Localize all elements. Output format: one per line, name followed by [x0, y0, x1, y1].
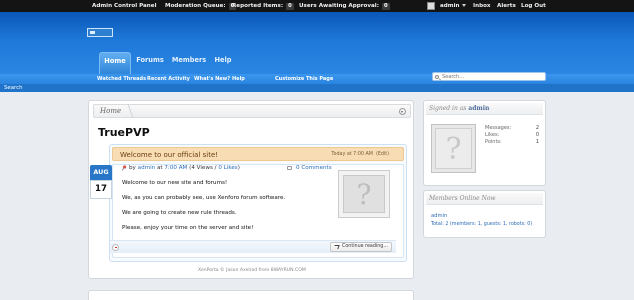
stat-points-label: Points:	[485, 139, 502, 145]
breadcrumb-separator	[118, 104, 134, 118]
search-icon	[435, 74, 439, 79]
collapse-toggle-icon[interactable]	[399, 108, 406, 115]
tab-home[interactable]: Home	[99, 52, 131, 74]
online-total: Total: 2 (members: 1, guests: 1, robots:…	[431, 222, 533, 227]
account-username: admin	[440, 2, 460, 9]
signed-in-username[interactable]: admin	[468, 105, 489, 112]
stat-messages-value: 2	[535, 125, 539, 131]
logout-link[interactable]: Log Out	[521, 3, 546, 9]
inbox-link[interactable]: Inbox	[473, 3, 491, 9]
article-paragraph: We are going to create new rule threads.	[122, 210, 237, 216]
article-thumbnail[interactable]: ?	[338, 170, 390, 218]
article-header: Welcome to our official site! Today at 7…	[112, 147, 404, 161]
admin-bar: Admin Control Panel Moderation Queue: 0 R…	[0, 0, 634, 12]
subnav-help[interactable]: Help	[232, 76, 245, 82]
comment-icon	[287, 166, 292, 170]
breadcrumb: Home	[93, 104, 411, 118]
tab-help[interactable]: Help	[212, 52, 234, 74]
likes-link[interactable]: 0 Likes	[218, 165, 237, 171]
avatar-placeholder-icon: ?	[435, 128, 472, 169]
stat-likes-value: 0	[535, 132, 539, 138]
date-badge: AUG 17	[90, 165, 112, 203]
article-meta: by admin at 7:00 AM (4 Views / 0 Likes)	[129, 165, 240, 171]
subnav-whats-new[interactable]: What's New?	[194, 76, 230, 82]
tab-members[interactable]: Members	[171, 52, 207, 74]
account-menu[interactable]: admin	[440, 3, 466, 9]
awaiting-approval-link[interactable]: Users Awaiting Approval: 0	[299, 2, 390, 10]
stat-messages-label: Messages:	[485, 125, 512, 131]
date-badge-month: AUG	[90, 165, 112, 180]
search-input[interactable]	[432, 72, 546, 81]
reported-items-label: Reported Items:	[232, 2, 284, 9]
approval-count-badge: 0	[381, 2, 390, 10]
article-paragraph: Welcome to our new site and forums!	[122, 180, 228, 186]
avatar[interactable]: ?	[431, 124, 476, 173]
tab-forums[interactable]: Forums	[136, 52, 164, 74]
comments-link[interactable]: 0 Comments	[296, 165, 332, 171]
signed-in-header: Signed in as admin	[426, 103, 543, 115]
meta-by: by	[129, 165, 136, 171]
reported-count-badge: 0	[286, 2, 294, 10]
author-link[interactable]: admin	[138, 165, 156, 171]
subnav-recent-activity[interactable]: Recent Activity	[147, 76, 190, 82]
expand-icon[interactable]	[112, 244, 119, 251]
online-member-link[interactable]: admin	[431, 213, 447, 219]
members-online-header: Members Online Now	[426, 193, 543, 205]
meta-views-text: (4 Views /	[189, 165, 219, 171]
image-placeholder-icon: ?	[343, 175, 385, 213]
post-time-link[interactable]: 7:00 AM	[164, 165, 187, 171]
subnav-watched-threads[interactable]: Watched Threads	[97, 76, 146, 82]
site-header: Home Forums Members Help	[0, 12, 634, 74]
search-label: Search	[0, 84, 634, 92]
user-avatar-small[interactable]	[427, 2, 435, 10]
meta-at: at	[156, 165, 163, 171]
signed-in-label: Signed in as	[429, 105, 467, 112]
reported-items-link[interactable]: Reported Items: 0	[232, 2, 294, 10]
page-title: TruePVP	[98, 126, 150, 139]
admin-control-panel-link[interactable]: Admin Control Panel	[92, 3, 157, 9]
pin-icon	[121, 165, 127, 171]
portal-credit: XenPorta © Jason Axelrod from 8WAYRUN.CO…	[198, 268, 306, 273]
stat-likes-label: Likes:	[485, 132, 500, 138]
article-title[interactable]: Welcome to our official site!	[120, 151, 218, 159]
alerts-link[interactable]: Alerts	[497, 3, 516, 9]
article-paragraph: Please, enjoy your time on the server an…	[122, 225, 254, 231]
secondary-panel	[88, 290, 414, 300]
meta-views: (4 Views / 0 Likes)	[189, 165, 240, 171]
stat-points-value: 1	[535, 139, 539, 145]
moderation-queue-link[interactable]: Moderation Queue: 0	[165, 2, 237, 10]
moderation-queue-label: Moderation Queue:	[165, 2, 226, 9]
article-paragraph: We, as you can probably see, use Xenforo…	[122, 195, 286, 201]
article-date-text: Today at 7:00 AM	[331, 152, 373, 157]
awaiting-approval-label: Users Awaiting Approval:	[299, 2, 379, 9]
chevron-down-icon	[461, 3, 466, 7]
date-badge-day: 17	[90, 180, 112, 199]
continue-reading-button[interactable]: Continue reading...	[330, 242, 392, 252]
article-edit-link[interactable]: (Edit)	[376, 152, 389, 157]
subnav-customize-page[interactable]: Customize This Page	[275, 76, 333, 82]
meta-views-close: )	[237, 165, 240, 171]
site-logo[interactable]	[87, 28, 113, 37]
breadcrumb-home[interactable]: Home	[100, 107, 121, 115]
article-date: Today at 7:00 AM (Edit)	[331, 152, 389, 157]
